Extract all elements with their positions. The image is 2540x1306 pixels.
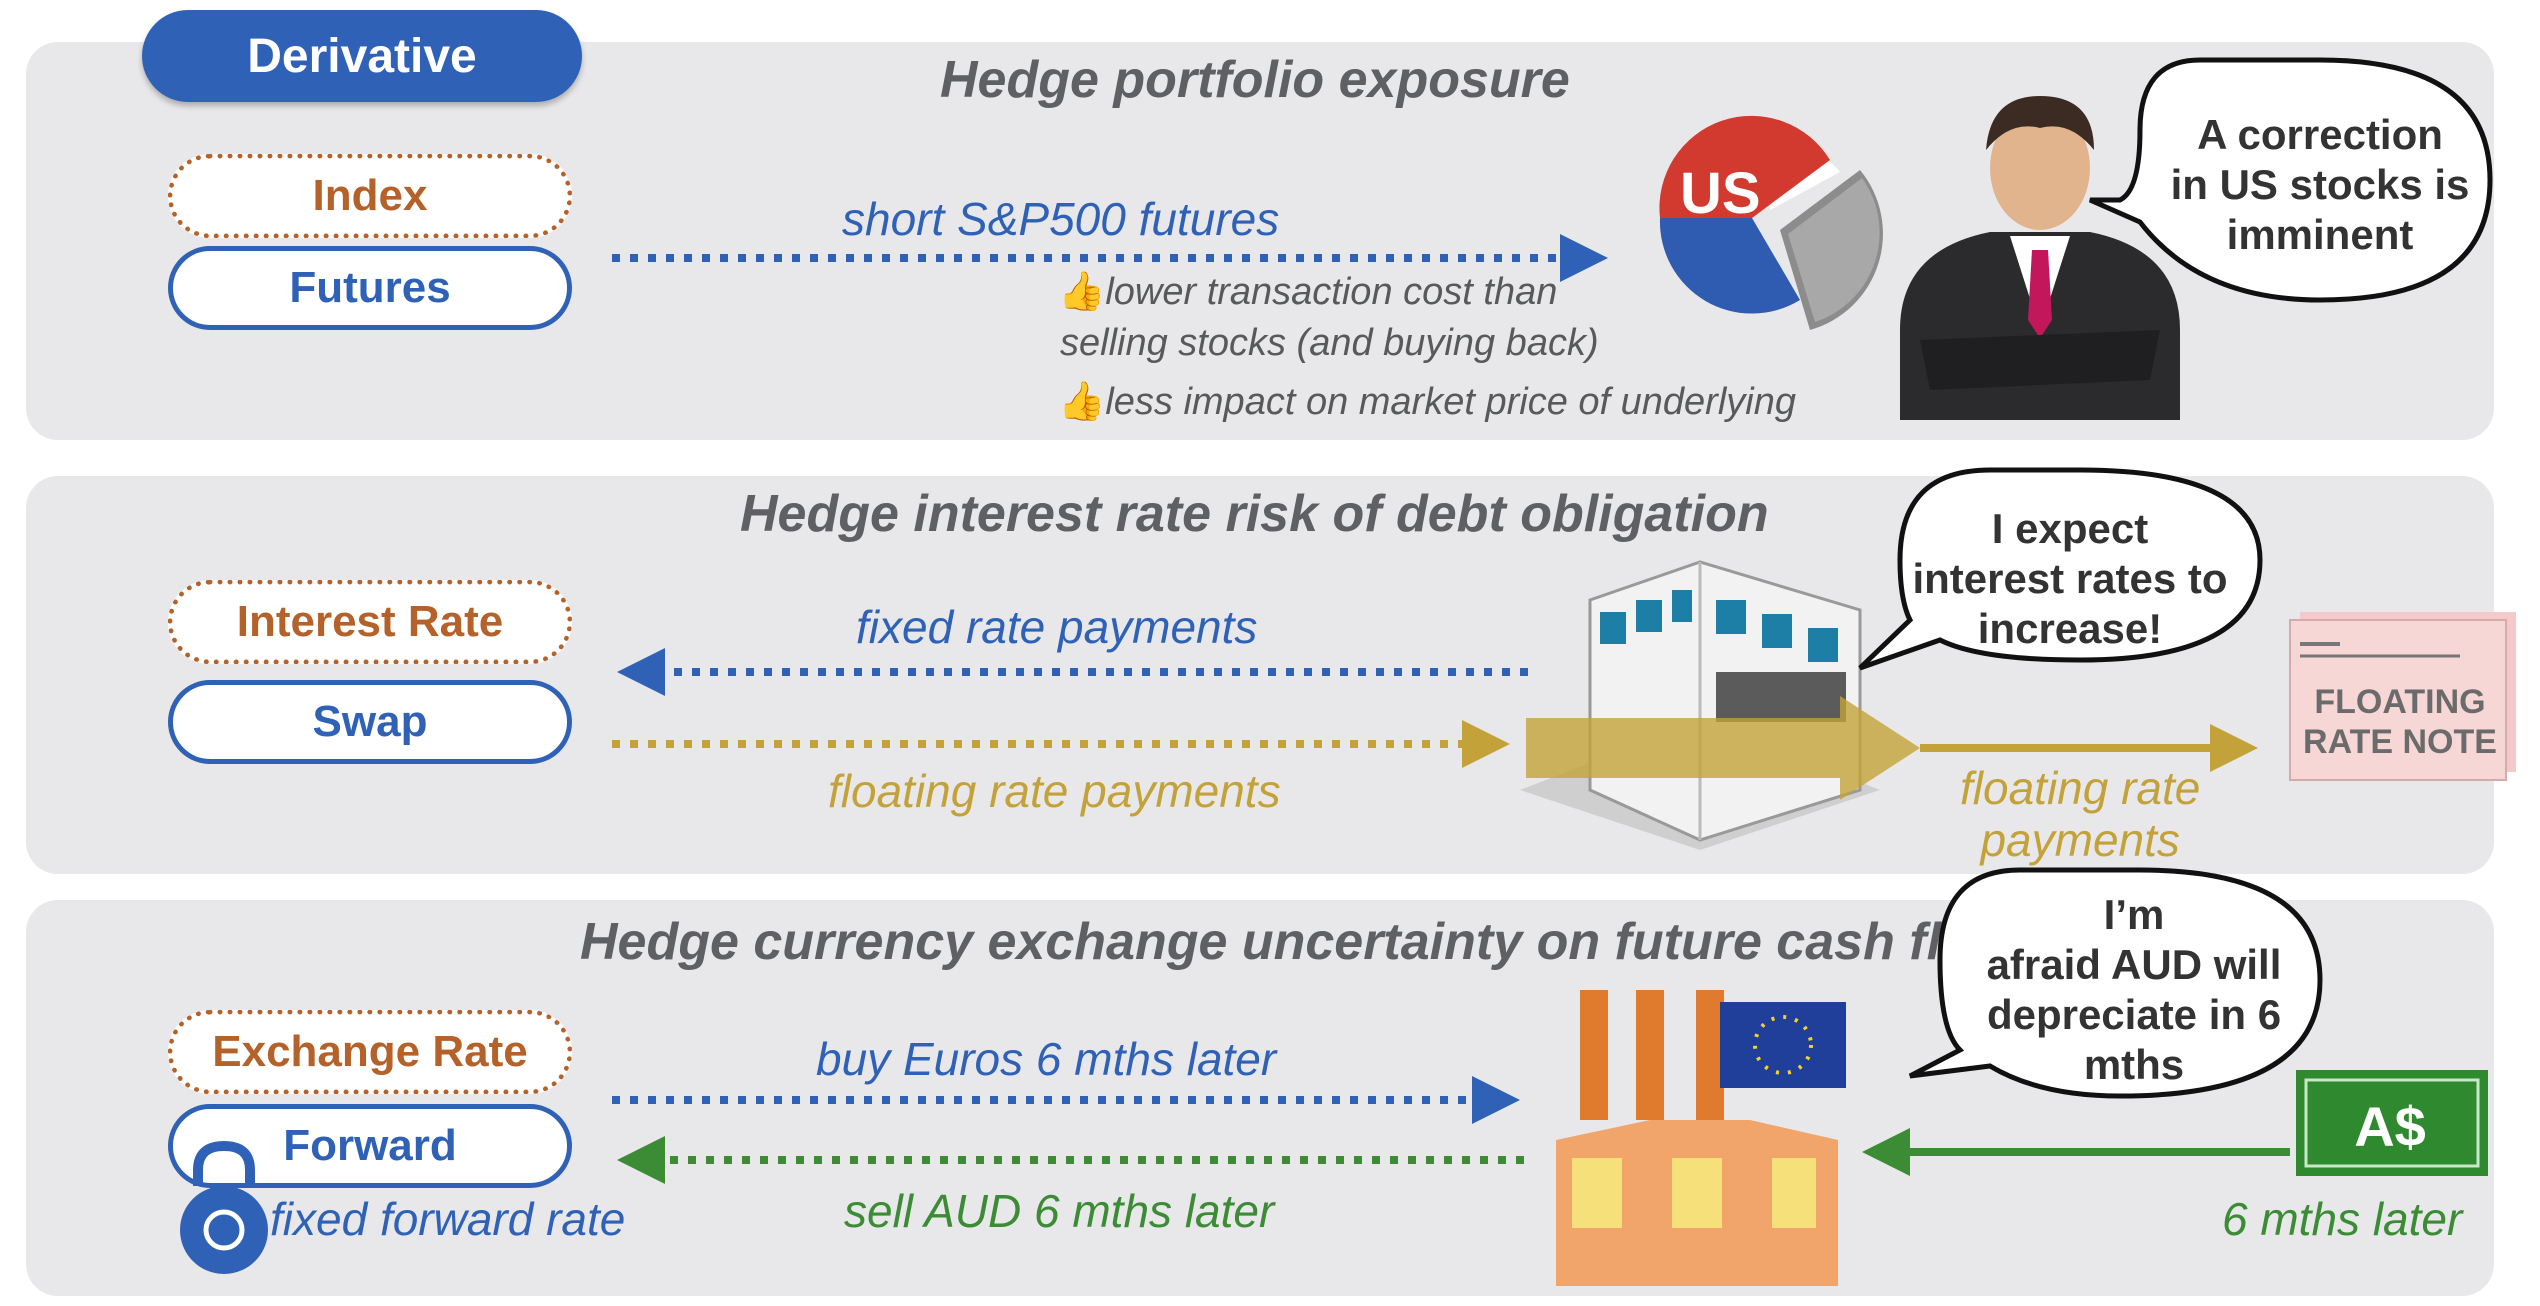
bubble-aud: I’m afraid AUD will depreciate in 6 mths xyxy=(1986,891,2282,1088)
bubble-correction: A correction in US stocks is imminent xyxy=(2170,111,2470,258)
office-building-icon xyxy=(1520,560,1880,850)
floating-rate-note-label: FLOATING RATE NOTE xyxy=(2303,683,2497,761)
bubble-interest-rates: I expect interest rates to increase! xyxy=(1912,505,2228,652)
eu-flag-icon xyxy=(1720,1002,1846,1088)
lock-icon xyxy=(180,1140,268,1274)
cash-label-aud: A$ xyxy=(2354,1095,2426,1158)
pie-label-us: US xyxy=(1680,161,1761,226)
